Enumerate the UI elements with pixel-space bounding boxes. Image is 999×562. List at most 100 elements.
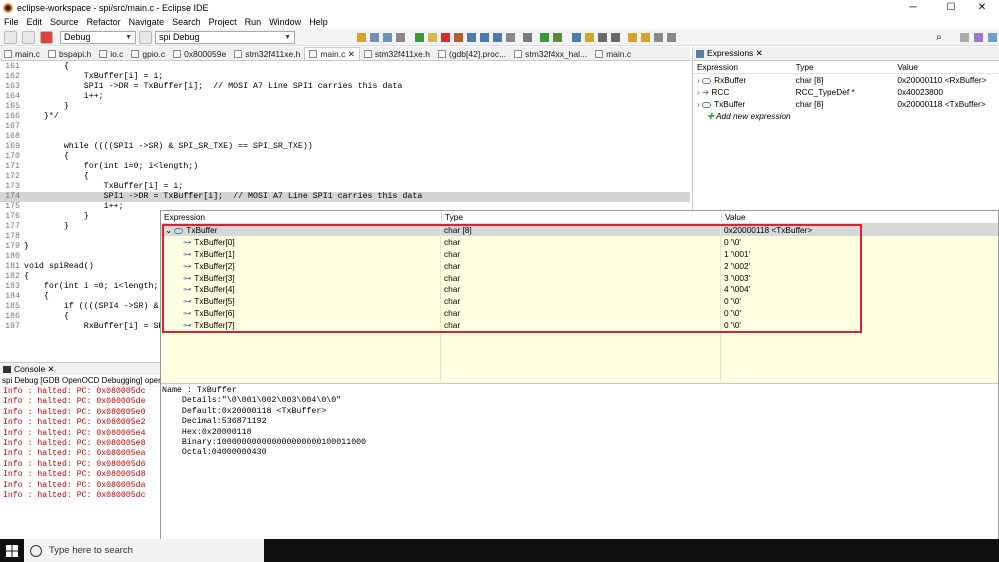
editor-tab[interactable]: stm32f411xe.h [230,47,304,60]
column-header[interactable]: Expression [161,212,441,222]
editor-tab[interactable]: bspapi.h [44,47,95,60]
launch-mode-combo[interactable]: Debug ▼ [60,30,136,44]
perspective-cc-icon[interactable] [960,33,969,42]
code-line[interactable]: 164 i++; [0,92,690,102]
gear-icon[interactable] [139,30,152,44]
line-number: 179 [5,242,20,251]
minimize-button[interactable]: ─ [896,0,930,15]
menu-edit[interactable]: Edit [23,17,47,27]
close-button[interactable]: ✕ [965,0,999,15]
editor-tab-active[interactable]: main.c ✕ [304,47,360,60]
launch-config-combo[interactable]: spi Debug ▼ [155,30,295,44]
perspective-c-icon[interactable] [988,33,997,42]
console-output[interactable]: Info : halted: PC: 0x080005dc Info : halt… [0,387,160,501]
start-button[interactable] [0,539,24,562]
column-header[interactable]: Type [793,62,895,72]
save-icon[interactable] [370,32,379,42]
column-header[interactable]: Value [894,62,999,72]
console-tab[interactable]: Console ✕ [0,363,160,375]
back-icon[interactable] [654,32,663,42]
menu-search[interactable]: Search [168,17,205,27]
debug-gear-icon[interactable] [523,32,532,42]
code-line[interactable]: 169 while ((((SPI1 ->SR) & SPI_SR_TXE) =… [0,142,690,152]
editor-tab[interactable]: main.c [0,47,44,60]
expression-value: 0x20000118 <TxBuffer> [897,99,986,109]
annotation-next-icon[interactable] [628,32,637,42]
perspective-debug-icon[interactable] [974,33,983,42]
resume-icon[interactable] [415,32,424,42]
editor-tab[interactable]: (gdb[42].proc... [434,47,510,60]
code-line[interactable]: 168 [0,132,690,142]
menu-file[interactable]: File [0,17,23,27]
editor-tab[interactable]: gpio.c [127,47,169,60]
print-icon[interactable] [396,32,405,42]
debug-config-icon[interactable] [22,30,35,44]
save-all-icon[interactable] [383,32,392,42]
search-icon[interactable]: ⌕ [936,32,942,43]
editor-tab[interactable]: main.c [591,47,635,60]
maximize-button[interactable]: ☐ [934,0,968,15]
step-return-icon[interactable] [493,32,502,42]
chevron-right-icon[interactable]: › [697,75,700,85]
annotation-prev-icon[interactable] [641,32,650,42]
menu-source[interactable]: Source [46,17,83,27]
code-line[interactable]: 162 TxBuffer[i] = i; [0,72,690,82]
new-class-icon[interactable] [572,32,581,42]
chevron-right-icon[interactable]: › [697,87,700,97]
run-external-icon[interactable] [553,32,562,42]
cortana-icon [30,544,42,557]
menu-help[interactable]: Help [305,17,332,27]
disconnect-icon[interactable] [454,32,463,42]
column-header[interactable]: Value [721,212,996,222]
menu-refactor[interactable]: Refactor [83,17,125,27]
new-folder-icon[interactable] [585,32,594,42]
instruction-step-icon[interactable] [506,32,515,42]
search-tool-icon[interactable] [611,32,620,42]
stop-icon[interactable] [441,32,450,42]
expression-type: char [8] [795,99,824,109]
detail-pane[interactable]: Name : TxBuffer Details:"\0\001\002\003\… [161,383,998,559]
expressions-tab[interactable]: Expressions ✕ [693,47,999,61]
column-header[interactable]: Expression [693,62,793,72]
menu-window[interactable]: Window [265,17,305,27]
code-line[interactable]: 165 } [0,102,690,112]
code-line[interactable]: 171 for(int i=0; i<length;) [0,162,690,172]
folder-icon[interactable] [357,32,366,42]
taskbar-search-box[interactable]: Type here to search [24,539,264,562]
open-type-icon[interactable] [598,32,607,42]
step-over-icon[interactable] [480,32,489,42]
run-icon[interactable] [540,32,549,42]
code-line[interactable]: 173 TxBuffer[i] = i; [0,182,690,192]
menu-run[interactable]: Run [241,17,266,27]
code-line[interactable]: 172 { [0,172,690,182]
code-line[interactable]: 166 }*/ [0,112,690,122]
menu-navigate[interactable]: Navigate [125,17,169,27]
menu-project[interactable]: Project [205,17,241,27]
step-into-icon[interactable] [467,32,476,42]
code-line[interactable]: 163 SPI1 ->DR = TxBuffer[i]; // MOSI A7 … [0,82,690,92]
line-number: 165 [5,102,20,111]
expression-row[interactable]: › TxBuffer char [8] 0x20000118 <TxBuffer… [693,98,999,110]
editor-tab[interactable]: stm32f411xe.h [360,47,434,60]
editor-tab[interactable]: io.c [95,47,127,60]
chevron-right-icon[interactable]: › [697,99,700,109]
code-line[interactable]: 170 { [0,152,690,162]
code-line[interactable]: 167 [0,122,690,132]
column-header[interactable]: Type [441,212,721,222]
eclipse-logo-icon [3,2,13,13]
terminate-icon[interactable] [40,30,53,44]
build-icon[interactable] [4,30,17,44]
code-line[interactable]: 161 { [0,62,690,72]
add-expression-row[interactable]: ✚ Add new expression [693,110,999,122]
code-line[interactable]: 174 SPI1 ->DR = TxBuffer[i]; // MOSI A7 … [0,192,690,202]
detail-line: Name : TxBuffer [162,386,237,395]
editor-tab[interactable]: 0x800059e [169,47,230,60]
forward-icon[interactable] [667,32,676,42]
editor-tab[interactable]: stm32f4xx_hal... [510,47,591,60]
line-number: 181 [5,262,20,271]
expression-row[interactable]: › ➔ RCC RCC_TypeDef * 0x40023800 [693,86,999,98]
suspend-icon[interactable] [428,32,437,42]
console-line: Info : halted: PC: 0x080005d6 [3,459,146,469]
expression-row[interactable]: › RxBuffer char [8] 0x20000110 <RxBuffer… [693,74,999,86]
line-number: 187 [5,322,20,331]
